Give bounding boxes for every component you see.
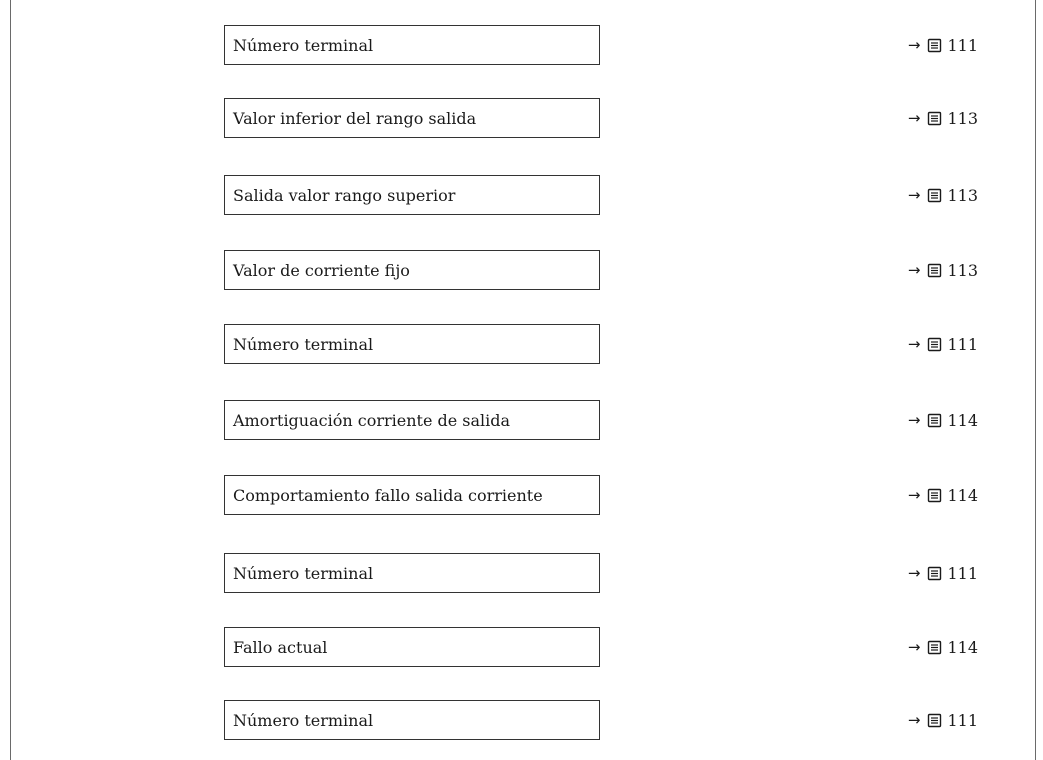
parameter-label: Valor inferior del rango salida xyxy=(233,108,477,128)
parameter-label: Amortiguación corriente de salida xyxy=(233,410,511,430)
parameter-row: Fallo actual → 114 xyxy=(11,627,1035,667)
parameter-row: Valor inferior del rango salida → 113 xyxy=(11,98,1035,138)
book-page-icon xyxy=(927,337,942,352)
parameter-row: Número terminal → 111 xyxy=(11,553,1035,593)
parameter-row: Amortiguación corriente de salida → 114 xyxy=(11,400,1035,440)
document-frame: Número terminal → 111 Valor inferior del… xyxy=(10,0,1036,760)
arrow-right-icon: → xyxy=(907,638,921,656)
parameter-row: Valor de corriente fijo → 113 xyxy=(11,250,1035,290)
parameter-row: Número terminal → 111 xyxy=(11,25,1035,65)
book-page-icon xyxy=(927,188,942,203)
page-number: 111 xyxy=(947,334,978,354)
book-page-icon xyxy=(927,640,942,655)
parameter-label: Número terminal xyxy=(233,334,374,354)
parameter-label: Salida valor rango superior xyxy=(233,185,456,205)
parameter-box[interactable]: Número terminal xyxy=(224,553,600,593)
arrow-right-icon: → xyxy=(907,186,921,204)
page-number: 111 xyxy=(947,563,978,583)
arrow-right-icon: → xyxy=(907,335,921,353)
page-number: 113 xyxy=(947,260,978,280)
parameter-box[interactable]: Valor inferior del rango salida xyxy=(224,98,600,138)
parameter-label: Valor de corriente fijo xyxy=(233,260,410,280)
parameter-label: Número terminal xyxy=(233,563,374,583)
arrow-right-icon: → xyxy=(907,36,921,54)
parameter-box[interactable]: Valor de corriente fijo xyxy=(224,250,600,290)
page-reference-link[interactable]: → 114 xyxy=(908,475,978,515)
page-number: 114 xyxy=(947,410,978,430)
book-page-icon xyxy=(927,263,942,278)
parameter-row: Salida valor rango superior → 113 xyxy=(11,175,1035,215)
parameter-box[interactable]: Salida valor rango superior xyxy=(224,175,600,215)
parameter-label: Número terminal xyxy=(233,710,374,730)
parameter-label: Número terminal xyxy=(233,35,374,55)
parameter-box[interactable]: Fallo actual xyxy=(224,627,600,667)
parameter-label: Fallo actual xyxy=(233,637,328,657)
arrow-right-icon: → xyxy=(907,411,921,429)
arrow-right-icon: → xyxy=(907,261,921,279)
parameter-row: Número terminal → 111 xyxy=(11,324,1035,364)
parameter-box[interactable]: Número terminal xyxy=(224,324,600,364)
page-reference-link[interactable]: → 111 xyxy=(908,25,978,65)
page-number: 114 xyxy=(947,485,978,505)
book-page-icon xyxy=(927,713,942,728)
page-reference-link[interactable]: → 113 xyxy=(908,98,978,138)
page-number: 113 xyxy=(947,185,978,205)
page-reference-link[interactable]: → 113 xyxy=(908,250,978,290)
page-reference-link[interactable]: → 111 xyxy=(908,324,978,364)
book-page-icon xyxy=(927,111,942,126)
parameter-box[interactable]: Número terminal xyxy=(224,700,600,740)
parameter-box[interactable]: Amortiguación corriente de salida xyxy=(224,400,600,440)
book-page-icon xyxy=(927,488,942,503)
page-number: 113 xyxy=(947,108,978,128)
page-reference-link[interactable]: → 114 xyxy=(908,627,978,667)
parameter-box[interactable]: Comportamiento fallo salida corriente xyxy=(224,475,600,515)
arrow-right-icon: → xyxy=(907,109,921,127)
page-reference-link[interactable]: → 111 xyxy=(908,700,978,740)
page-number: 111 xyxy=(947,35,978,55)
book-page-icon xyxy=(927,413,942,428)
parameter-row: Comportamiento fallo salida corriente → … xyxy=(11,475,1035,515)
parameter-label: Comportamiento fallo salida corriente xyxy=(233,485,543,505)
parameter-row: Número terminal → 111 xyxy=(11,700,1035,740)
page-reference-link[interactable]: → 114 xyxy=(908,400,978,440)
book-page-icon xyxy=(927,566,942,581)
book-page-icon xyxy=(927,38,942,53)
page-number: 114 xyxy=(947,637,978,657)
arrow-right-icon: → xyxy=(907,564,921,582)
arrow-right-icon: → xyxy=(907,711,921,729)
page-reference-link[interactable]: → 113 xyxy=(908,175,978,215)
arrow-right-icon: → xyxy=(907,486,921,504)
page-reference-link[interactable]: → 111 xyxy=(908,553,978,593)
page-number: 111 xyxy=(947,710,978,730)
parameter-box[interactable]: Número terminal xyxy=(224,25,600,65)
